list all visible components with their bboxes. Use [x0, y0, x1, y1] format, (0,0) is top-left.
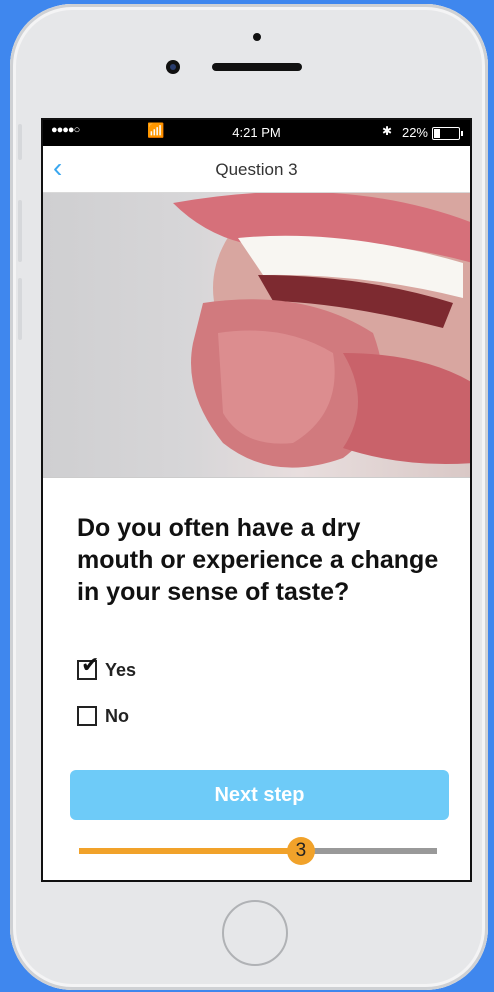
option-yes-label: Yes — [105, 659, 137, 680]
question-text: Do you often have a dry mouth or experie… — [77, 514, 439, 606]
progress-fill — [79, 848, 301, 854]
home-button[interactable] — [222, 900, 288, 966]
tongue-illustration — [173, 193, 470, 468]
app-screen: ●●●●○ 📶 4:21 PM ✱ 22% ‹ Question 3 Do yo… — [41, 118, 472, 882]
proximity-sensor — [253, 33, 261, 41]
checkbox-yes[interactable]: ✔ — [77, 654, 99, 680]
checkbox-no[interactable] — [77, 706, 97, 726]
bluetooth-icon: ✱ — [381, 124, 392, 138]
progress-step-badge: 3 — [286, 837, 315, 865]
next-step-button[interactable]: Next step — [70, 770, 449, 820]
volume-up-button — [18, 200, 22, 262]
option-yes[interactable]: ✔ Yes — [77, 654, 137, 682]
earpiece-speaker — [212, 63, 302, 71]
checkmark-icon: ✔ — [81, 652, 100, 677]
navigation-bar: ‹ Question 3 — [43, 146, 470, 193]
battery-icon — [432, 127, 463, 140]
option-no[interactable]: No — [77, 704, 129, 728]
progress-slider: 3 — [79, 837, 437, 865]
mute-switch — [18, 124, 22, 160]
front-camera — [166, 60, 180, 74]
question-image — [43, 193, 470, 478]
option-no-label: No — [105, 705, 129, 726]
page-title: Question 3 — [215, 160, 298, 179]
volume-down-button — [18, 278, 22, 340]
battery-percent: 22% — [401, 125, 428, 140]
status-bar: ●●●●○ 📶 4:21 PM ✱ 22% — [43, 120, 470, 146]
